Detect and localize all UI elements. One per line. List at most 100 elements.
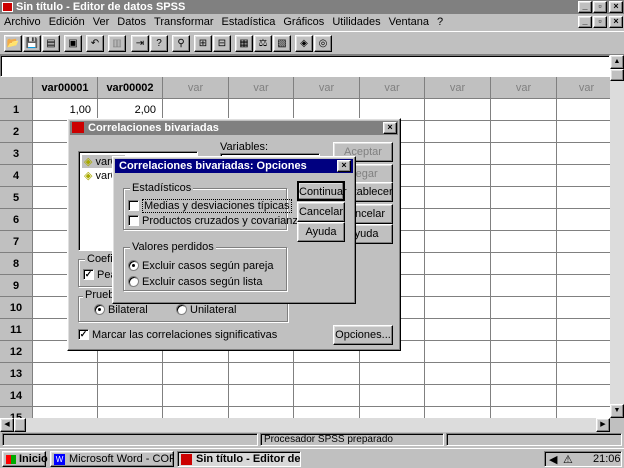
print-icon[interactable]: ▤ [42,35,60,52]
grid-cell[interactable] [491,253,557,275]
column-header[interactable]: var [491,77,557,99]
grid-cell[interactable] [557,253,610,275]
grid-cell[interactable] [33,385,98,407]
menu-ver[interactable]: Ver [89,14,114,30]
row-header[interactable]: 8 [0,253,33,275]
volume-icon[interactable]: ◀ [549,453,557,466]
grid-cell[interactable] [163,407,229,418]
grid-cell[interactable] [98,407,163,418]
options-close-button[interactable]: × [337,160,351,172]
doc-minimize-button[interactable]: _ [578,16,592,28]
grid-cell[interactable] [294,385,360,407]
grid-cell[interactable] [425,99,491,121]
grid-cell[interactable] [425,275,491,297]
grid-cell[interactable] [557,209,610,231]
grid-cell[interactable] [425,165,491,187]
grid-cell[interactable] [425,297,491,319]
insert-variable-icon[interactable]: ⊟ [213,35,231,52]
grid-cell[interactable] [360,363,425,385]
menu-estadistica[interactable]: Estadística [218,14,280,30]
grid-cell[interactable] [557,165,610,187]
insert-case-icon[interactable]: ⊞ [194,35,212,52]
grid-cell[interactable] [33,363,98,385]
task-word[interactable]: W Microsoft Word - CORREL... [50,451,174,467]
column-header[interactable]: var [557,77,610,99]
scroll-right-icon[interactable]: ▶ [596,418,610,432]
grid-cell[interactable] [425,121,491,143]
grid-cell[interactable] [425,143,491,165]
continuar-button[interactable]: Continuar [297,181,347,201]
maximize-button[interactable]: ▫ [593,1,607,13]
pareja-radio[interactable] [128,260,139,271]
marcar-checkbox[interactable]: ✓ [78,329,89,340]
grid-cell[interactable] [425,253,491,275]
scroll-up-icon[interactable]: ▲ [610,55,624,69]
grid-cell[interactable] [294,363,360,385]
grid-cell[interactable] [425,209,491,231]
vertical-scrollbar[interactable]: ▲ ▼ [610,55,624,418]
grid-cell[interactable] [557,99,610,121]
grid-cell[interactable] [491,187,557,209]
grid-cell[interactable] [425,341,491,363]
grid-cell[interactable] [491,363,557,385]
doc-close-button[interactable]: × [609,16,623,28]
row-header[interactable]: 3 [0,143,33,165]
grid-cell[interactable] [229,407,294,418]
grid-cell[interactable] [163,363,229,385]
grid-cell[interactable] [557,319,610,341]
tray-icon[interactable]: ⚠ [563,453,573,466]
menu-datos[interactable]: Datos [113,14,150,30]
grid-cell[interactable] [557,143,610,165]
grid-cell[interactable] [557,385,610,407]
grid-cell[interactable] [491,231,557,253]
grid-cell[interactable] [491,319,557,341]
undo-icon[interactable]: ↶ [86,35,104,52]
column-header[interactable]: var [163,77,229,99]
column-header[interactable]: var00002 [98,77,163,99]
bilateral-radio[interactable] [94,304,105,315]
start-button[interactable]: Inicio [2,451,48,467]
task-spss[interactable]: Sin título - Editor de ... [177,451,301,467]
grid-cell[interactable] [425,363,491,385]
grid-cell[interactable] [491,121,557,143]
menu-ventana[interactable]: Ventana [385,14,433,30]
grid-cell[interactable] [425,231,491,253]
row-header[interactable]: 9 [0,275,33,297]
menu-utilidades[interactable]: Utilidades [328,14,384,30]
column-header[interactable]: var00001 [33,77,98,99]
grid-cell[interactable] [491,385,557,407]
grid-cell[interactable] [229,363,294,385]
column-header[interactable]: var [425,77,491,99]
row-header[interactable]: 12 [0,341,33,363]
menu-graficos[interactable]: Gráficos [279,14,328,30]
row-header[interactable]: 4 [0,165,33,187]
grid-cell[interactable] [98,363,163,385]
grid-cell[interactable] [557,341,610,363]
split-file-icon[interactable]: ▦ [235,35,253,52]
unilateral-radio[interactable] [176,304,187,315]
grid-cell[interactable] [491,143,557,165]
grid-cell[interactable] [425,187,491,209]
menu-transformar[interactable]: Transformar [150,14,218,30]
row-header[interactable]: 15 [0,407,33,418]
column-header[interactable]: var [294,77,360,99]
doc-restore-button[interactable]: ▫ [593,16,607,28]
close-button[interactable]: × [609,1,623,13]
scroll-left-icon[interactable]: ◀ [0,418,14,432]
grid-cell[interactable] [557,363,610,385]
scroll-thumb-h[interactable] [14,418,26,432]
goto-case-icon[interactable]: ⇥ [131,35,149,52]
grid-cell[interactable] [491,99,557,121]
select-cases-icon[interactable]: ▧ [273,35,291,52]
value-labels-icon[interactable]: ◈ [295,35,313,52]
menu-edicion[interactable]: Edición [45,14,89,30]
row-header[interactable]: 2 [0,121,33,143]
row-header[interactable]: 14 [0,385,33,407]
grid-cell[interactable] [557,187,610,209]
use-sets-icon[interactable]: ◎ [314,35,332,52]
row-header[interactable]: 6 [0,209,33,231]
grid-cell[interactable] [360,407,425,418]
grid-cell[interactable] [491,209,557,231]
row-header[interactable]: 1 [0,99,33,121]
column-header[interactable]: var [360,77,425,99]
